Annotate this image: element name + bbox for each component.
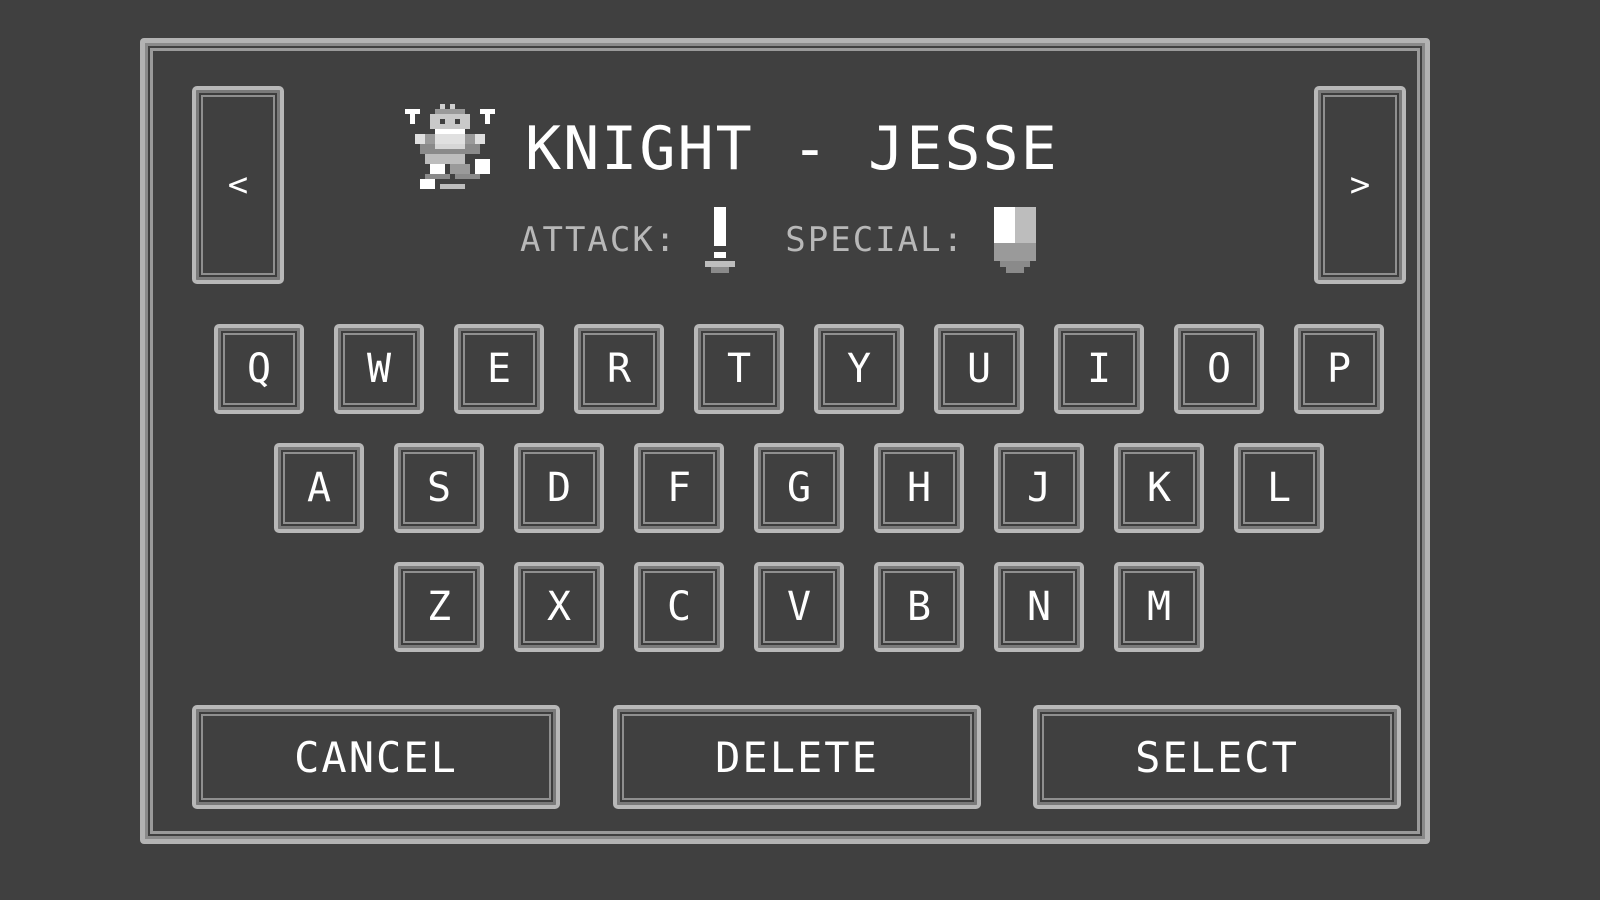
key-c[interactable]: C [634,562,724,652]
shield-icon [994,207,1037,273]
knight-sprite-icon [405,104,495,189]
key-m[interactable]: M [1114,562,1204,652]
key-w[interactable]: W [334,324,424,414]
delete-button-label: DELETE [715,732,879,782]
key-label: H [906,465,932,511]
key-label: Y [846,346,872,392]
key-t[interactable]: T [694,324,784,414]
key-n[interactable]: N [994,562,1084,652]
key-g[interactable]: G [754,443,844,533]
key-label: V [786,584,812,630]
key-label: X [546,584,572,630]
cancel-button-label: CANCEL [294,732,458,782]
key-label: G [786,465,812,511]
key-y[interactable]: Y [814,324,904,414]
key-i[interactable]: I [1054,324,1144,414]
key-l[interactable]: L [1234,443,1324,533]
cancel-button[interactable]: CANCEL [192,705,560,809]
key-label: E [486,346,512,392]
character-title: KNIGHT - JESSE [525,114,1059,184]
character-select-screen: < > KNIGHT - JESSE ATTACK: SPECIAL: Q W … [0,0,1600,900]
chevron-right-icon: > [1349,165,1371,205]
key-label: P [1326,346,1352,392]
key-label: J [1026,465,1052,511]
key-e[interactable]: E [454,324,544,414]
delete-button[interactable]: DELETE [613,705,981,809]
key-b[interactable]: B [874,562,964,652]
select-button[interactable]: SELECT [1033,705,1401,809]
special-label: SPECIAL: [785,220,966,260]
key-label: W [366,346,392,392]
key-v[interactable]: V [754,562,844,652]
key-label: A [306,465,332,511]
key-q[interactable]: Q [214,324,304,414]
key-r[interactable]: R [574,324,664,414]
key-s[interactable]: S [394,443,484,533]
next-character-button[interactable]: > [1314,86,1406,284]
key-o[interactable]: O [1174,324,1264,414]
key-label: I [1086,346,1112,392]
key-f[interactable]: F [634,443,724,533]
key-label: K [1146,465,1172,511]
key-label: L [1266,465,1292,511]
key-z[interactable]: Z [394,562,484,652]
character-header: KNIGHT - JESSE [405,104,1059,194]
sword-icon [705,207,736,273]
attack-label: ATTACK: [520,220,678,260]
previous-character-button[interactable]: < [192,86,284,284]
key-k[interactable]: K [1114,443,1204,533]
key-x[interactable]: X [514,562,604,652]
key-label: T [726,346,752,392]
key-label: N [1026,584,1052,630]
chevron-left-icon: < [227,165,249,205]
key-label: F [666,465,692,511]
key-label: B [906,584,932,630]
key-label: C [666,584,692,630]
character-stats: ATTACK: SPECIAL: [520,205,1087,275]
key-label: S [426,465,452,511]
key-a[interactable]: A [274,443,364,533]
key-h[interactable]: H [874,443,964,533]
select-button-label: SELECT [1135,732,1299,782]
key-p[interactable]: P [1294,324,1384,414]
key-label: Z [426,584,452,630]
key-label: R [606,346,632,392]
key-j[interactable]: J [994,443,1084,533]
key-u[interactable]: U [934,324,1024,414]
key-label: U [966,346,992,392]
key-label: Q [246,346,272,392]
key-d[interactable]: D [514,443,604,533]
key-label: M [1146,584,1172,630]
key-label: O [1206,346,1232,392]
key-label: D [546,465,572,511]
